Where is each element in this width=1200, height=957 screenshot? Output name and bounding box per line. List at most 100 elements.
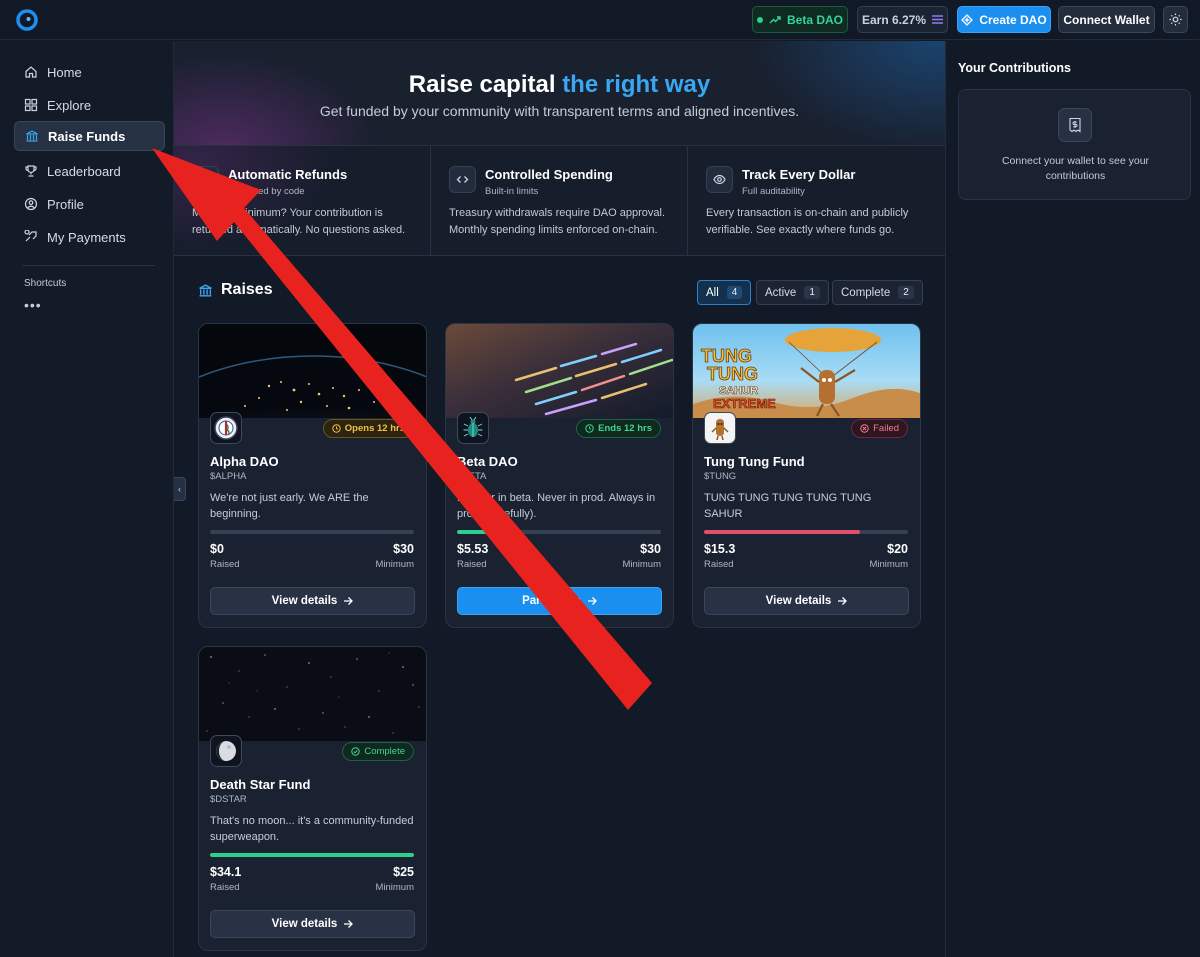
- raise-card-tung-tung-fund[interactable]: TUNG TUNG SAHUR EXTREME Failed Tung Tung…: [692, 323, 921, 628]
- card-ticker: $ALPHA: [210, 471, 247, 482]
- filter-count: 1: [804, 286, 820, 299]
- feature-description: Treasury withdrawals require DAO approva…: [449, 207, 666, 236]
- view-details-button[interactable]: View details: [210, 910, 415, 938]
- arrow-right-icon: [838, 597, 848, 605]
- button-label: View details: [271, 918, 338, 930]
- earn-label: Earn 6.27%: [861, 12, 927, 27]
- payments-icon: [24, 230, 37, 242]
- sidebar-item-label: Raise Funds: [48, 128, 126, 144]
- raise-progress-bar: [210, 530, 414, 534]
- earn-button[interactable]: Earn 6.27%: [857, 6, 948, 33]
- status-badge-label: Opens 12 hrs: [344, 423, 405, 434]
- main-content: Raise capital the right way Get funded b…: [174, 41, 945, 957]
- filter-label: Complete: [841, 286, 891, 299]
- sidebar-item-label: Home: [47, 64, 82, 80]
- feature-description: Every transaction is on-chain and public…: [706, 207, 909, 236]
- filter-count: 4: [726, 286, 743, 299]
- trophy-icon: [25, 165, 37, 177]
- hero-title-accent: the right way: [562, 71, 711, 98]
- sidebar: Home Explore Raise Funds Leaderboard Pro…: [0, 41, 174, 957]
- tung-tung-sahur-image: TUNG TUNG SAHUR EXTREME: [693, 324, 920, 418]
- sidebar-item-label: Leaderboard: [47, 163, 121, 179]
- participate-button[interactable]: Participate: [457, 587, 662, 615]
- svg-text:TUNG: TUNG: [707, 364, 758, 384]
- stack-icon: [932, 15, 944, 24]
- raised-amount: $34.1: [210, 865, 242, 879]
- contributions-empty-state: Connect your wallet to see your contribu…: [958, 89, 1191, 200]
- feature-track-every-dollar: Track Every Dollar Full auditability Eve…: [688, 146, 945, 256]
- connect-wallet-button[interactable]: Connect Wallet: [1058, 6, 1155, 33]
- view-details-button[interactable]: View details: [210, 587, 415, 615]
- x-circle-icon: [860, 424, 869, 433]
- alfa-romeo-logo-icon: [214, 416, 238, 440]
- feature-automatic-refunds: Automatic Refunds Protected by code Miss…: [174, 146, 431, 256]
- connect-wallet-label: Connect Wallet: [1063, 12, 1150, 27]
- beta-dao-pill[interactable]: Beta DAO: [752, 6, 848, 33]
- sidebar-item-profile[interactable]: Profile: [14, 189, 165, 219]
- check-circle-icon: [351, 747, 361, 756]
- raises-title: Raises: [221, 281, 273, 298]
- svg-text:EXTREME: EXTREME: [713, 396, 776, 411]
- view-details-button[interactable]: View details: [704, 587, 909, 615]
- status-badge-label: Failed: [873, 423, 899, 434]
- sidebar-item-label: Profile: [47, 196, 84, 212]
- button-label: Participate: [522, 595, 581, 607]
- raised-label: Raised: [210, 559, 240, 570]
- trending-up-icon: [769, 15, 781, 23]
- filter-all[interactable]: All 4: [697, 280, 752, 305]
- live-dot-icon: [756, 16, 763, 23]
- sidebar-item-leaderboard[interactable]: Leaderboard: [14, 156, 165, 186]
- minimum-label: Minimum: [622, 559, 661, 570]
- raise-card-beta-dao[interactable]: Ends 12 hrs Beta DAO $BETA Forever in be…: [445, 323, 674, 628]
- card-name: Alpha DAO: [210, 454, 279, 469]
- sun-icon: [1169, 13, 1182, 26]
- more-shortcuts-icon[interactable]: •••: [24, 297, 42, 313]
- minimum-label: Minimum: [375, 882, 414, 893]
- status-badge-label: Ends 12 hrs: [598, 423, 652, 434]
- minimum-amount: $25: [393, 865, 414, 879]
- filter-active[interactable]: Active 1: [756, 280, 829, 305]
- raise-progress-fill: [704, 530, 861, 534]
- tung-tung-fund-avatar: [704, 412, 736, 444]
- arrow-right-icon: [344, 597, 354, 605]
- create-dao-button[interactable]: Create DAO: [957, 6, 1051, 33]
- beta-dao-label: Beta DAO: [786, 12, 843, 27]
- create-dao-icon: [961, 13, 974, 26]
- card-name: Tung Tung Fund: [704, 454, 805, 469]
- feature-subtitle: Built-in limits: [485, 186, 539, 197]
- button-label: View details: [765, 595, 832, 607]
- grid-icon: [24, 98, 38, 112]
- raised-label: Raised: [457, 559, 487, 570]
- sidebar-item-raise-funds[interactable]: Raise Funds: [14, 121, 165, 151]
- raise-progress-fill: [457, 530, 494, 534]
- hero-title: Raise capital the right way: [174, 71, 945, 99]
- sidebar-item-home[interactable]: Home: [14, 57, 165, 87]
- receipt-dollar-icon: [1058, 108, 1092, 142]
- app-logo-icon[interactable]: [16, 9, 38, 31]
- raised-amount: $15.3: [704, 542, 736, 556]
- code-screen-image: [446, 324, 673, 418]
- raise-progress-bar: [704, 530, 908, 534]
- feature-title: Controlled Spending: [485, 167, 613, 182]
- raise-card-alpha-dao[interactable]: Opens 12 hrs Alpha DAO $ALPHA We're not …: [198, 323, 427, 628]
- theme-toggle-button[interactable]: [1163, 6, 1188, 33]
- card-ticker: $DSTAR: [210, 794, 247, 805]
- hero-banner: Raise capital the right way Get funded b…: [174, 41, 945, 145]
- create-dao-label: Create DAO: [979, 12, 1047, 27]
- raise-card-death-star-fund[interactable]: Complete Death Star Fund $DSTAR That's n…: [198, 646, 427, 951]
- earth-night-image: [199, 324, 426, 418]
- shortcuts-heading: Shortcuts: [24, 278, 67, 289]
- sidebar-item-explore[interactable]: Explore: [14, 90, 165, 120]
- top-bar: Beta DAO Earn 6.27% Create DAO Connect W…: [0, 0, 1200, 40]
- user-icon: [24, 197, 38, 211]
- card-name: Beta DAO: [457, 454, 518, 469]
- raised-label: Raised: [210, 882, 240, 893]
- sidebar-item-my-payments[interactable]: My Payments: [14, 222, 165, 252]
- code-icon: [449, 166, 476, 193]
- filter-label: Active: [765, 286, 797, 299]
- filter-label: All: [706, 286, 719, 299]
- feature-subtitle: Protected by code: [228, 186, 305, 197]
- clock-icon: [585, 424, 594, 433]
- filter-complete[interactable]: Complete 2: [832, 280, 923, 305]
- sidebar-item-label: My Payments: [47, 229, 126, 245]
